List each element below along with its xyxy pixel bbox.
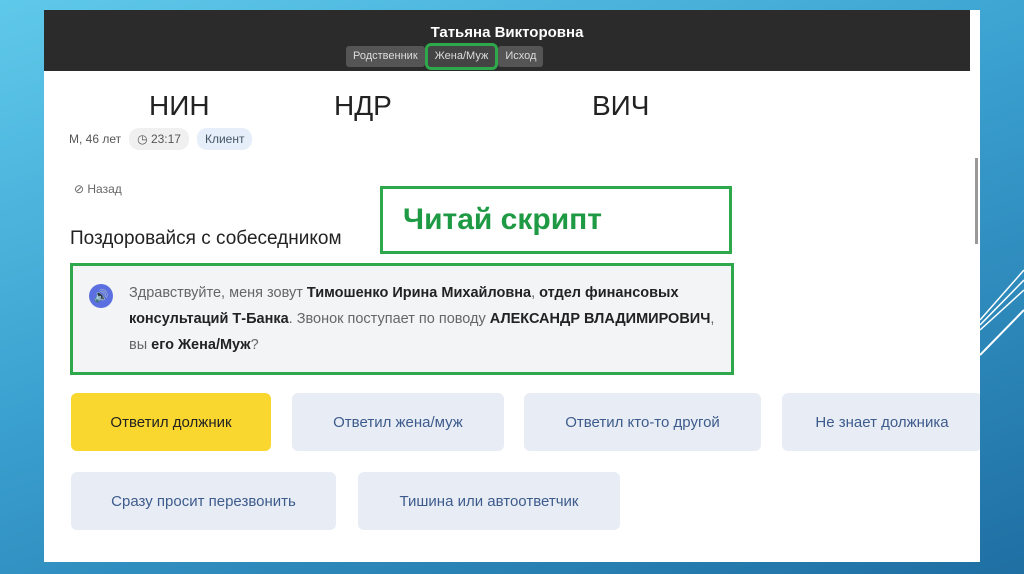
app-screenshot: Татьяна Викторовна Родственник Жена/Муж … <box>44 10 980 562</box>
answer-other-button[interactable]: Ответил кто-то другой <box>524 393 761 451</box>
block-icon: ⊘ <box>74 182 88 196</box>
clock-icon: ◷ <box>137 132 151 146</box>
label-nin: НИН <box>149 90 210 121</box>
unknown-debtor-button[interactable]: Не знает должника <box>782 393 980 451</box>
annotation-box: Читай скрипт <box>380 186 732 254</box>
scrollbar[interactable] <box>975 158 978 244</box>
step-title: Поздоровайся с собеседником <box>70 228 342 249</box>
contact-name: Татьяна Викторовна <box>430 24 584 41</box>
tab-spouse[interactable]: Жена/Муж <box>424 43 499 70</box>
call-timer: ◷ 23:17 <box>129 128 189 150</box>
callback-button[interactable]: Сразу просит перезвонить <box>71 472 336 530</box>
role-badge: Клиент <box>196 128 253 150</box>
decorative-lines <box>980 269 1024 356</box>
timer-value: 23:17 <box>150 132 181 146</box>
label-ndr: НДР <box>334 90 392 121</box>
tab-outcome[interactable]: Исход <box>498 46 544 67</box>
script-box: 🔊 Здравствуйте, меня зовут Тимошенко Ири… <box>70 263 734 375</box>
back-button[interactable]: ⊘ Назад <box>74 182 122 196</box>
speaker-icon[interactable]: 🔊 <box>89 284 113 308</box>
person-info: М, 46 лет <box>69 132 122 146</box>
back-label: Назад <box>87 182 122 196</box>
silence-button[interactable]: Тишина или автоответчик <box>358 472 620 530</box>
answer-spouse-button[interactable]: Ответил жена/муж <box>292 393 504 451</box>
tab-relative[interactable]: Родственник <box>346 46 425 67</box>
label-vich: ВИЧ <box>592 90 650 121</box>
top-bar: Татьяна Викторовна Родственник Жена/Муж … <box>44 10 970 71</box>
answer-debtor-button[interactable]: Ответил должник <box>71 393 271 451</box>
